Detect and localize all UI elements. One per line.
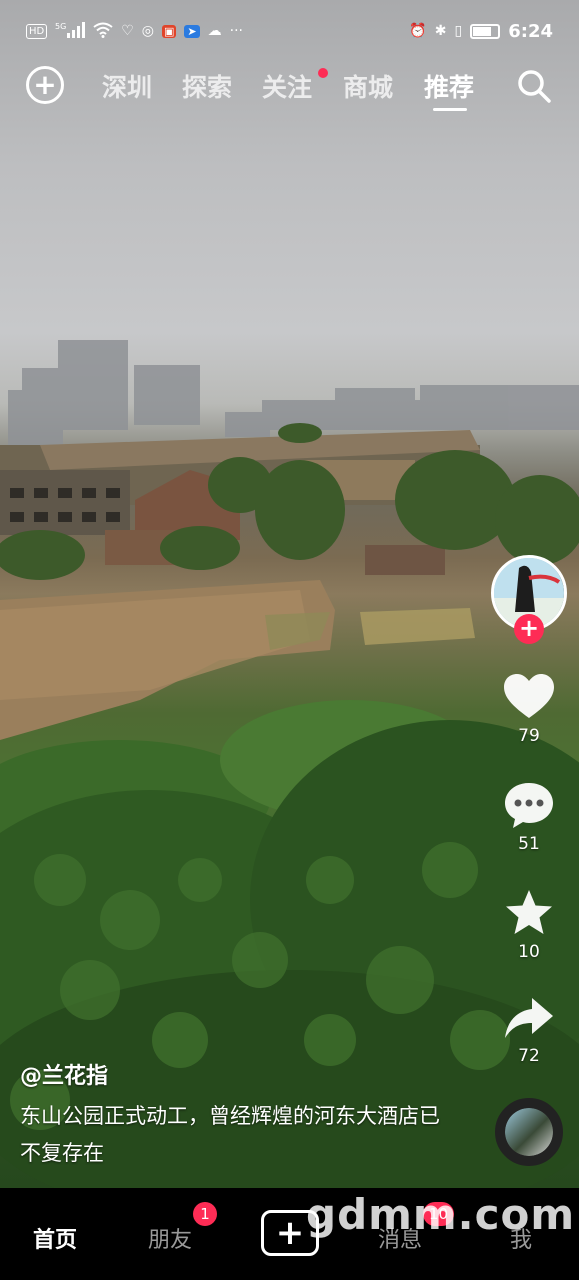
battery-icon — [470, 23, 501, 39]
share-button[interactable]: 72 — [495, 994, 563, 1066]
music-disc[interactable] — [495, 1098, 563, 1166]
nav-friends[interactable]: 朋友 — [148, 1222, 192, 1254]
add-icon[interactable]: + — [26, 66, 64, 104]
status-right: ⏰ ✱ ▯ 6:24 — [409, 21, 553, 42]
vibrate-icon: ▯ — [454, 23, 463, 39]
hd-indicator: HD — [26, 23, 48, 39]
more-notifications-icon: ··· — [229, 23, 243, 39]
heart-app-icon: ♡ — [121, 23, 134, 39]
music-cover-image — [505, 1108, 553, 1156]
star-icon — [506, 890, 552, 934]
status-bar: HD 5G ♡ ◎ ▣ ➤ ☁ ··· ⏰ ✱ ▯ 6:24 — [0, 0, 579, 62]
following-dot-badge — [318, 68, 328, 78]
favorite-button[interactable]: 10 — [495, 888, 563, 962]
comment-count: 51 — [518, 834, 540, 854]
tab-shenzhen[interactable]: 深圳 — [102, 68, 152, 104]
status-time: 6:24 — [508, 20, 553, 42]
app-notification-icon-2: ▣ — [162, 24, 177, 38]
favorite-count: 10 — [518, 942, 540, 962]
top-nav: + 深圳 探索 关注 商城 推荐 — [0, 62, 579, 118]
tab-recommend[interactable]: 推荐 — [424, 68, 474, 104]
share-count: 72 — [518, 1046, 540, 1066]
svg-text:5G: 5G — [55, 22, 66, 31]
nav-home[interactable]: 首页 — [33, 1222, 77, 1254]
author-name[interactable]: @兰花指 — [20, 1058, 108, 1090]
comment-button[interactable]: 51 — [495, 780, 563, 854]
status-left: HD 5G ♡ ◎ ▣ ➤ ☁ ··· — [26, 21, 243, 42]
like-button[interactable]: 79 — [495, 672, 563, 746]
comment-icon — [505, 783, 553, 828]
like-count: 79 — [518, 726, 540, 746]
watermark-text: gdmm.com — [306, 1190, 576, 1239]
alarm-icon: ⏰ — [409, 23, 427, 39]
tab-mall[interactable]: 商城 — [343, 68, 393, 104]
bluetooth-icon: ✱ — [434, 23, 447, 39]
signal-icon: 5G — [55, 21, 86, 42]
tab-following[interactable]: 关注 — [262, 68, 312, 104]
app-notification-icon: ◎ — [141, 23, 155, 39]
app-notification-icon-3: ➤ — [184, 24, 200, 38]
follow-button[interactable]: + — [514, 614, 544, 644]
active-tab-indicator — [433, 108, 467, 111]
search-icon[interactable] — [516, 68, 552, 104]
wifi-icon — [93, 22, 113, 41]
video-description: 东山公园正式动工，曾经辉煌的河东大酒店已不复存在 — [20, 1104, 440, 1165]
share-icon — [505, 998, 553, 1038]
heart-icon — [504, 674, 554, 718]
friends-badge: 1 — [193, 1202, 217, 1226]
tab-explore[interactable]: 探索 — [182, 68, 232, 104]
chat-app-icon: ☁ — [207, 23, 222, 39]
